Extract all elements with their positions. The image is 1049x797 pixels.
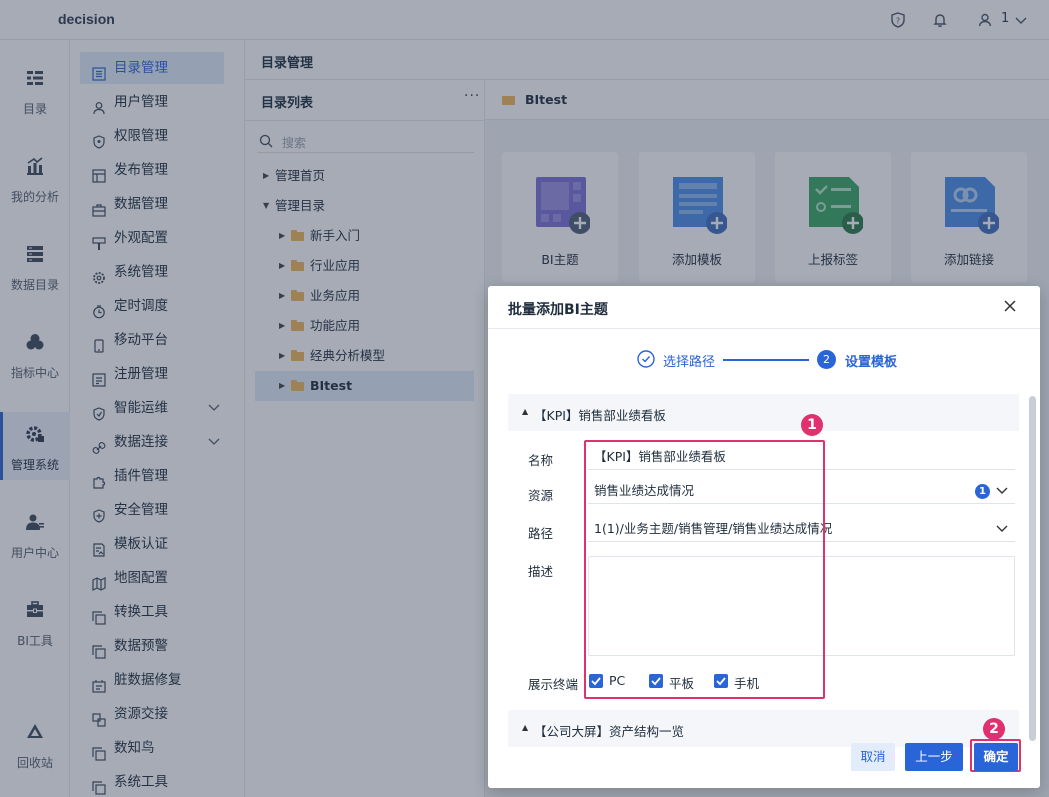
terminal-label: 展示终端 [528, 677, 579, 692]
step-connector [723, 359, 809, 361]
scrollbar[interactable] [1029, 396, 1036, 741]
path-label: 路径 [528, 526, 554, 541]
annotation-marker-2: 2 [983, 718, 1005, 740]
previous-step-button[interactable]: 上一步 [905, 743, 963, 771]
resource-label: 资源 [528, 488, 554, 503]
confirm-button[interactable]: 确定 [974, 743, 1018, 771]
close-icon[interactable] [1002, 298, 1018, 314]
caret-up-icon: ▲ [522, 723, 529, 732]
check-circle-icon [637, 350, 655, 368]
caret-up-icon: ▲ [522, 407, 529, 416]
dialog-title: 批量添加BI主题 [508, 302, 608, 318]
annotation-marker-1: 1 [801, 414, 823, 436]
step-select-path: 选择路径 [663, 355, 716, 370]
group-header-company-screen[interactable]: ▲ 【公司大屏】资产结构一览 [508, 710, 1019, 747]
group-title: 【KPI】销售部业绩看板 [534, 408, 666, 423]
page: decision ? 1 目录 我的分析 数据目录 指标中心 管理系统 用户中心… [0, 0, 1049, 797]
annotation-highlight-fields [584, 440, 825, 699]
resource-count-badge: 1 [975, 484, 990, 499]
group-header-kpi[interactable]: ▲ 【KPI】销售部业绩看板 [508, 394, 1019, 431]
chevron-down-icon [995, 516, 1009, 542]
divider [488, 328, 1040, 329]
group-title: 【公司大屏】资产结构一览 [534, 724, 685, 739]
name-label: 名称 [528, 453, 554, 468]
chevron-down-icon [995, 478, 1009, 504]
cancel-button[interactable]: 取消 [851, 743, 895, 771]
step-set-template: 设置模板 [845, 355, 898, 370]
description-label: 描述 [528, 564, 554, 579]
step-number-badge: 2 [817, 350, 836, 369]
